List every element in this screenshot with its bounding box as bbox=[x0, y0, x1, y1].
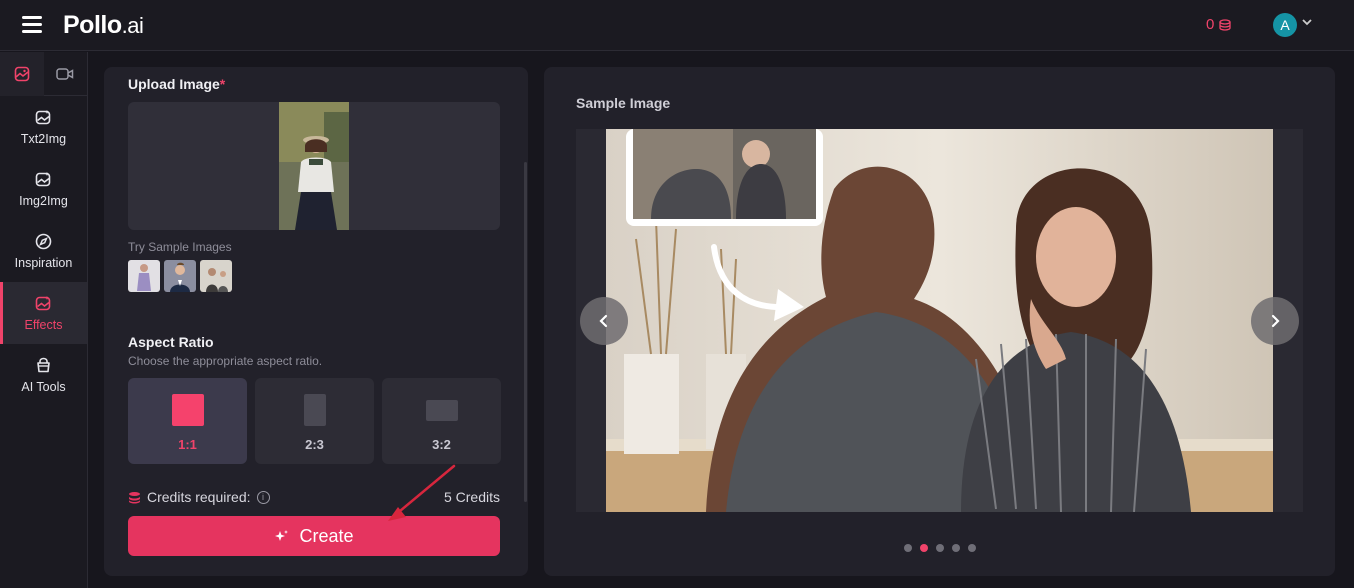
credits-required-label: Credits required: bbox=[147, 489, 251, 505]
ratio-portrait-shape bbox=[303, 394, 326, 426]
sidebar-item-effects[interactable]: Effects bbox=[0, 282, 87, 344]
sample-image bbox=[606, 129, 1273, 512]
aspect-option-3-2[interactable]: 3:2 bbox=[382, 378, 501, 464]
sample-images-label: Try Sample Images bbox=[128, 240, 232, 254]
coins-icon bbox=[129, 491, 140, 503]
sample-image-title: Sample Image bbox=[576, 95, 671, 111]
sidebar-item-txt2img[interactable]: Txt2Img bbox=[0, 96, 87, 158]
ratio-label: 3:2 bbox=[432, 437, 451, 452]
create-button-label: Create bbox=[299, 525, 354, 546]
sample-image-thumb[interactable] bbox=[200, 260, 232, 292]
upload-title: Upload Image* bbox=[128, 76, 225, 92]
credits-required-value: 5 Credits bbox=[443, 489, 500, 505]
chevron-left-icon bbox=[599, 314, 608, 328]
tab-image[interactable] bbox=[0, 52, 44, 96]
carousel-dot[interactable] bbox=[968, 544, 976, 552]
menu-icon[interactable] bbox=[22, 16, 42, 33]
video-icon bbox=[56, 68, 74, 80]
sample-images bbox=[128, 260, 232, 292]
compass-icon bbox=[35, 233, 52, 249]
sidebar-item-label: Txt2Img bbox=[20, 131, 67, 146]
image-sparkle-icon bbox=[35, 171, 51, 186]
panel-scrollbar[interactable] bbox=[524, 162, 527, 502]
chevron-down-icon[interactable] bbox=[1301, 16, 1313, 28]
sidebar-item-img2img[interactable]: Img2Img bbox=[0, 158, 87, 220]
app-logo[interactable]: Pollo.ai bbox=[63, 11, 144, 40]
carousel-dot[interactable] bbox=[952, 544, 960, 552]
carousel-next-button[interactable] bbox=[1251, 297, 1299, 345]
toolbox-icon bbox=[37, 357, 50, 372]
avatar[interactable]: A bbox=[1273, 13, 1297, 37]
sidebar-item-label: Img2Img bbox=[19, 193, 68, 208]
ratio-square-shape bbox=[171, 394, 204, 426]
sample-carousel bbox=[576, 129, 1303, 512]
sidebar-mode-tabs bbox=[0, 52, 87, 96]
credits-value: 0 bbox=[1206, 16, 1215, 33]
sidebar: Txt2Img Img2Img Inspiration Effects AI T… bbox=[0, 52, 88, 588]
aspect-option-2-3[interactable]: 2:3 bbox=[255, 378, 374, 464]
credits-balance[interactable]: 0 bbox=[1206, 16, 1231, 33]
carousel-dot-active[interactable] bbox=[920, 544, 928, 552]
info-icon[interactable]: i bbox=[256, 490, 270, 504]
ratio-label: 2:3 bbox=[305, 437, 324, 452]
uploaded-image-preview bbox=[279, 102, 349, 230]
sample-panel: Sample Image bbox=[544, 67, 1335, 576]
sample-image-thumb[interactable] bbox=[164, 260, 196, 292]
required-mark: * bbox=[219, 76, 226, 92]
logo-suffix: .ai bbox=[121, 13, 144, 38]
logo-text: Pollo bbox=[63, 11, 122, 39]
aspect-ratio-options: 1:1 2:3 3:2 bbox=[128, 378, 501, 464]
upload-title-text: Upload Image bbox=[128, 76, 220, 92]
carousel-dot[interactable] bbox=[904, 544, 912, 552]
sample-image-thumb[interactable] bbox=[128, 260, 160, 292]
carousel-prev-button[interactable] bbox=[580, 297, 628, 345]
sidebar-item-label: Effects bbox=[24, 317, 63, 332]
upload-dropzone[interactable] bbox=[128, 102, 500, 230]
top-bar: Pollo.ai 0 A bbox=[0, 0, 1354, 51]
image-icon bbox=[14, 66, 30, 82]
aspect-ratio-title: Aspect Ratio bbox=[128, 334, 214, 350]
create-button[interactable]: Create bbox=[128, 516, 500, 556]
sidebar-item-label: AI Tools bbox=[21, 379, 66, 394]
ratio-landscape-shape bbox=[425, 400, 458, 421]
aspect-option-1-1[interactable]: 1:1 bbox=[128, 378, 247, 464]
credits-required-row: Credits required: i 5 Credits bbox=[128, 489, 500, 505]
coins-icon bbox=[1219, 18, 1231, 31]
sidebar-item-label: Inspiration bbox=[14, 255, 73, 270]
carousel-pagination bbox=[904, 544, 976, 552]
image-sparkle-icon bbox=[35, 295, 51, 310]
aspect-ratio-subtitle: Choose the appropriate aspect ratio. bbox=[128, 354, 323, 368]
avatar-initial: A bbox=[1280, 17, 1290, 33]
sparkle-icon bbox=[275, 529, 289, 541]
tab-video[interactable] bbox=[44, 52, 88, 96]
sidebar-item-inspiration[interactable]: Inspiration bbox=[0, 220, 87, 282]
ratio-label: 1:1 bbox=[178, 437, 197, 452]
chevron-right-icon bbox=[1271, 314, 1280, 328]
settings-panel: Upload Image* Try Sample Images Aspect R… bbox=[104, 67, 528, 576]
sidebar-item-ai-tools[interactable]: AI Tools bbox=[0, 344, 87, 406]
carousel-dot[interactable] bbox=[936, 544, 944, 552]
image-sparkle-icon bbox=[35, 109, 51, 124]
